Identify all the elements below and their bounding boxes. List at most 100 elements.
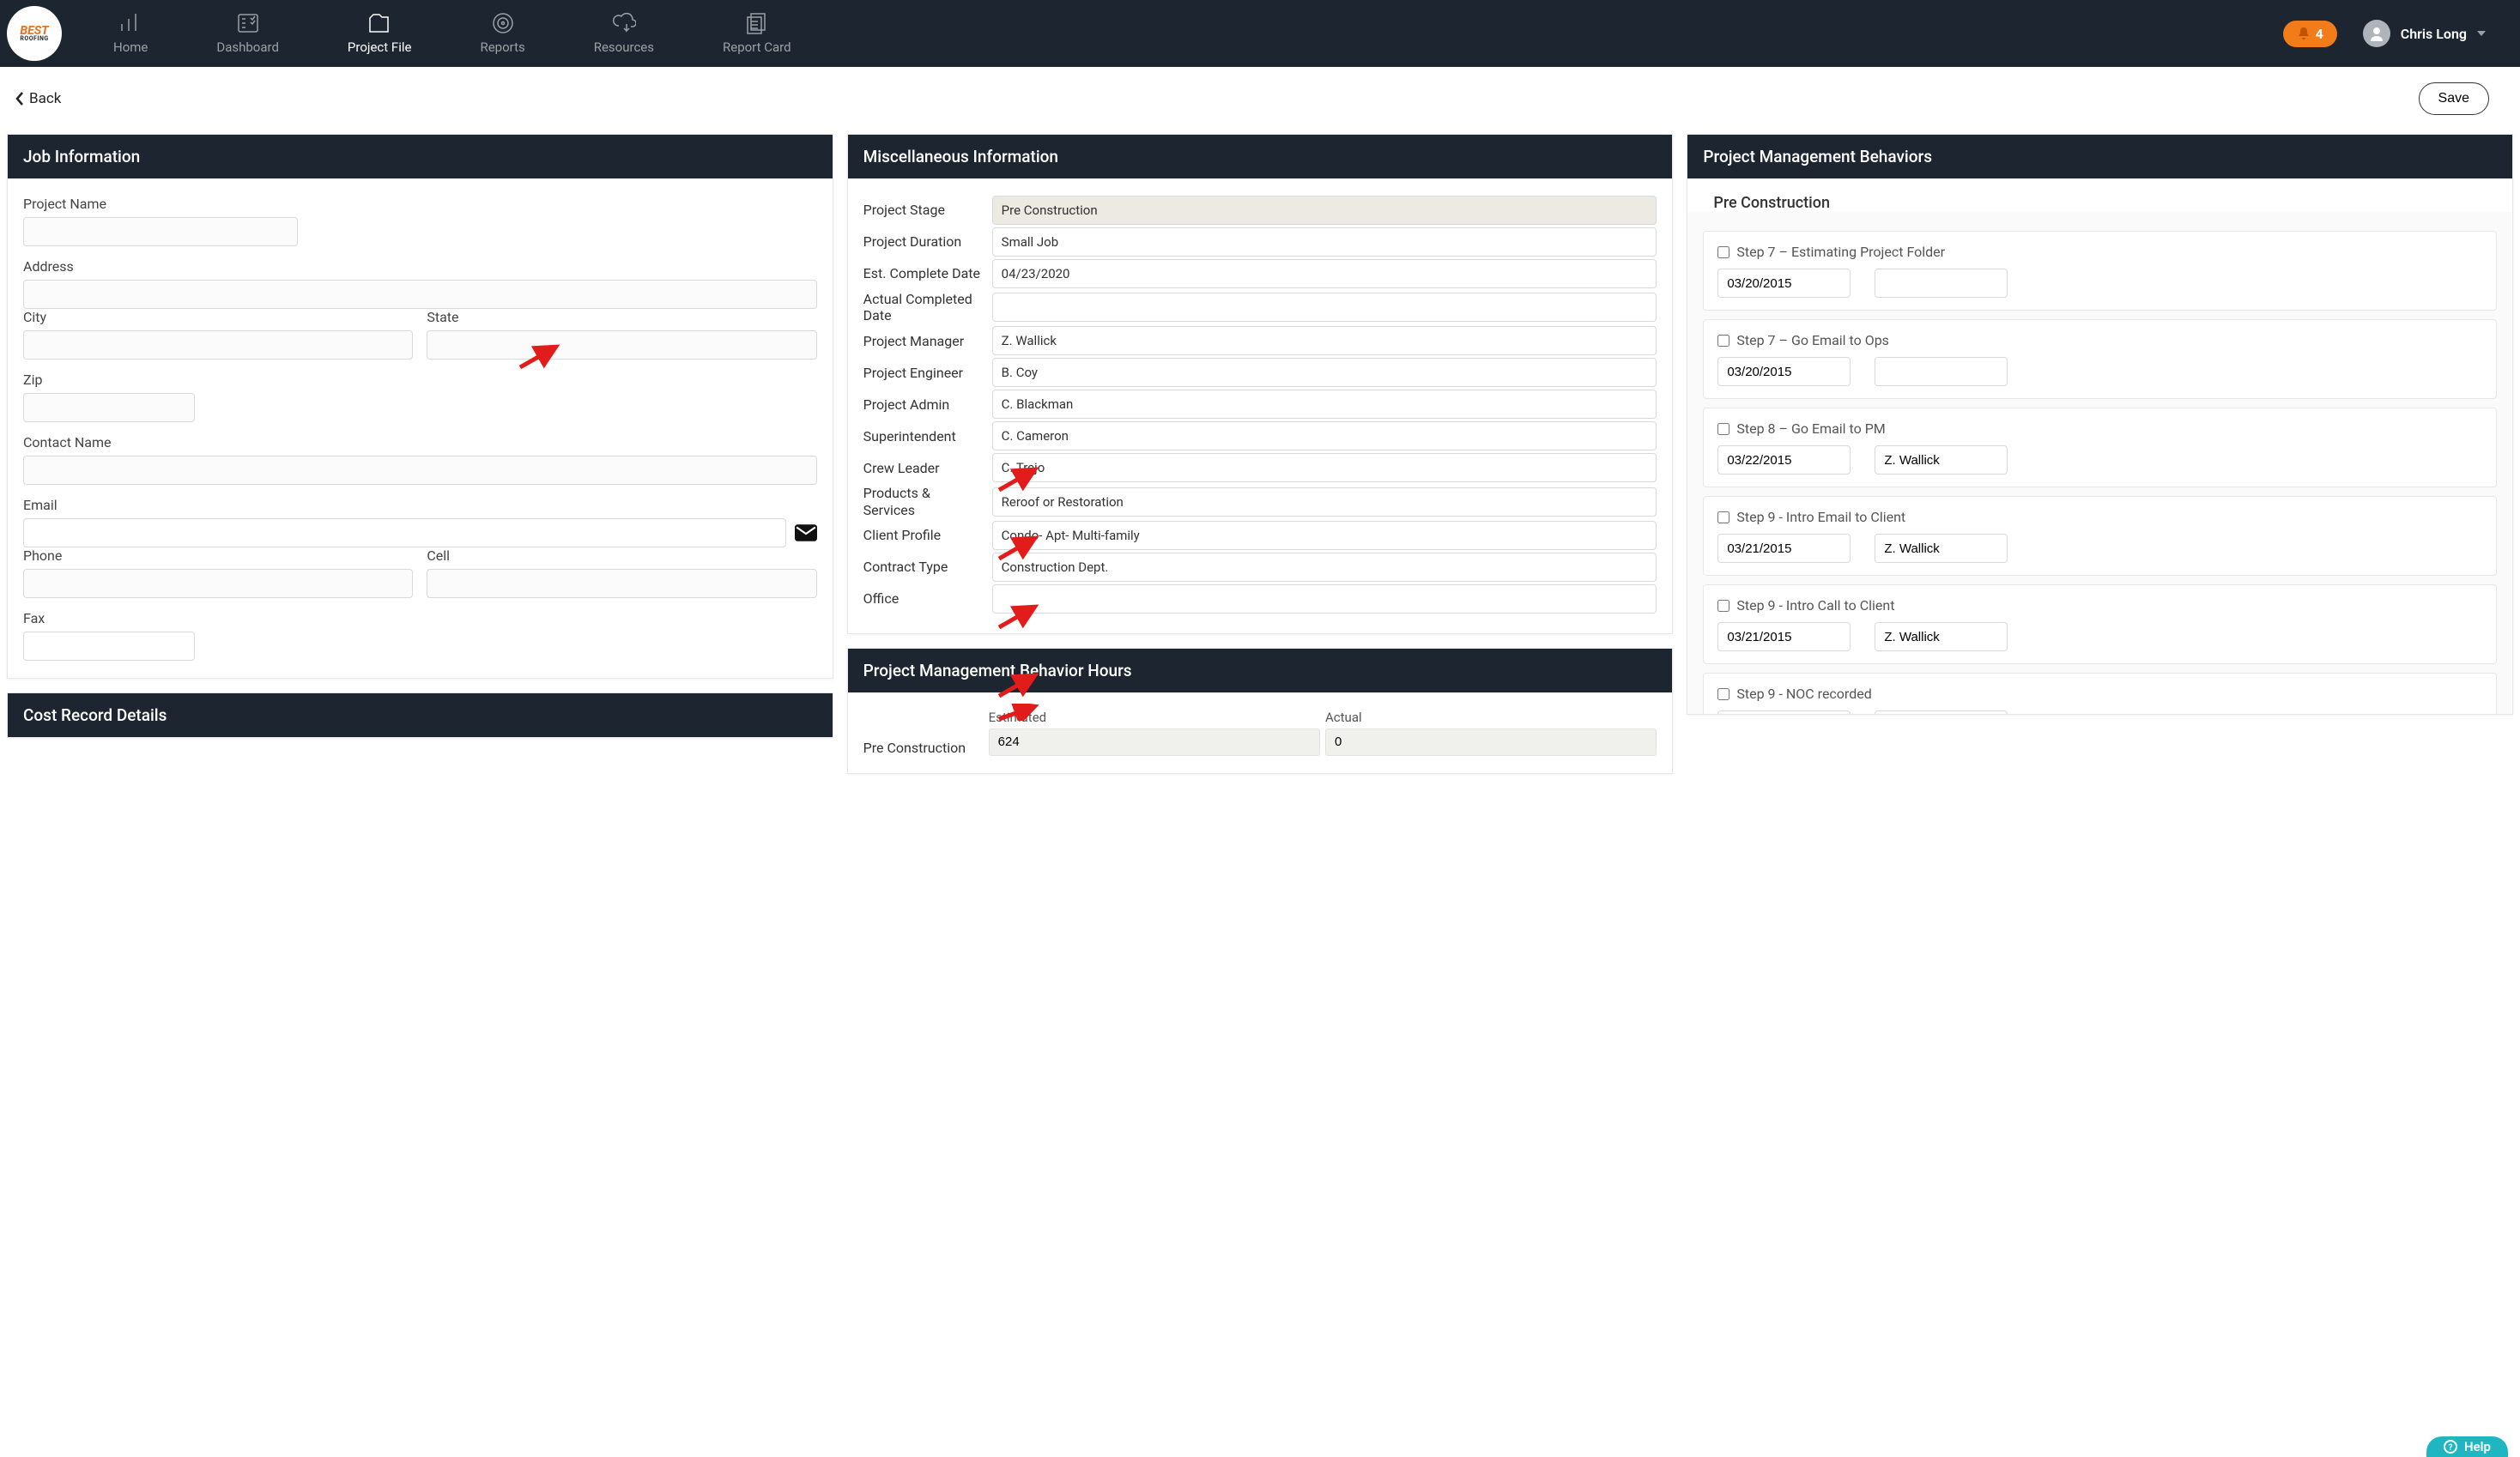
misc-label: Office bbox=[863, 590, 984, 607]
pmb-step-label: Step 9 - Intro Call to Client bbox=[1736, 597, 1894, 614]
pmb-step-assignee[interactable] bbox=[1875, 622, 2008, 651]
cell-input[interactable] bbox=[427, 569, 816, 598]
misc-row: Superintendent C. Cameron bbox=[863, 421, 1657, 450]
misc-value[interactable]: Small Job bbox=[992, 227, 1657, 257]
nav-project-file[interactable]: Project File bbox=[313, 0, 446, 67]
pmb-step-date[interactable] bbox=[1717, 357, 1851, 386]
state-label: State bbox=[427, 309, 816, 325]
chevron-down-icon bbox=[2477, 31, 2486, 36]
nav-project-file-label: Project File bbox=[348, 39, 412, 55]
pmb-step-checkbox[interactable] bbox=[1717, 511, 1729, 523]
misc-label: Project Manager bbox=[863, 333, 984, 349]
contact-name-input[interactable] bbox=[23, 456, 817, 485]
cost-record-header: Cost Record Details bbox=[8, 693, 833, 737]
nav: Home Dashboard Project File Reports Reso… bbox=[79, 0, 826, 67]
misc-value[interactable]: 04/23/2020 bbox=[992, 259, 1657, 288]
misc-value[interactable]: Z. Wallick bbox=[992, 326, 1657, 355]
misc-row: Actual Completed Date bbox=[863, 291, 1657, 323]
phone-input[interactable] bbox=[23, 569, 413, 598]
estimated-label: Estimated bbox=[989, 710, 1320, 725]
checklist-icon bbox=[236, 12, 260, 34]
person-icon bbox=[2369, 26, 2384, 41]
fax-input[interactable] bbox=[23, 632, 195, 661]
nav-home[interactable]: Home bbox=[79, 0, 182, 67]
nav-home-label: Home bbox=[113, 39, 148, 55]
estimated-input[interactable] bbox=[989, 728, 1320, 756]
misc-row: Contract Type Construction Dept. bbox=[863, 553, 1657, 582]
misc-row: Office bbox=[863, 584, 1657, 614]
misc-value[interactable]: Construction Dept. bbox=[992, 553, 1657, 582]
pmb-step-date[interactable] bbox=[1717, 445, 1851, 475]
notification-count: 4 bbox=[2316, 26, 2323, 42]
pmb-step-checkbox[interactable] bbox=[1717, 600, 1729, 612]
pmb-step-checkbox[interactable] bbox=[1717, 688, 1729, 700]
nav-report-card-label: Report Card bbox=[723, 39, 791, 55]
back-label: Back bbox=[29, 90, 61, 107]
misc-value[interactable]: B. Coy bbox=[992, 358, 1657, 387]
pmb-step-date[interactable] bbox=[1717, 710, 1851, 715]
misc-value[interactable]: Condo- Apt- Multi-family bbox=[992, 521, 1657, 550]
misc-label: Client Profile bbox=[863, 527, 984, 543]
misc-value[interactable] bbox=[992, 293, 1657, 322]
nav-resources[interactable]: Resources bbox=[560, 0, 688, 67]
pmb-step-assignee[interactable] bbox=[1875, 710, 2008, 715]
phone-label: Phone bbox=[23, 547, 413, 564]
misc-label: Products & Services bbox=[863, 485, 984, 517]
misc-row: Project StagePre Construction bbox=[863, 196, 1657, 225]
cell-label: Cell bbox=[427, 547, 816, 564]
pmb-step-date[interactable] bbox=[1717, 269, 1851, 298]
address-label: Address bbox=[23, 258, 817, 275]
notification-badge[interactable]: 4 bbox=[2283, 21, 2337, 47]
misc-row: Est. Complete Date04/23/2020 bbox=[863, 259, 1657, 288]
misc-label: Contract Type bbox=[863, 559, 984, 575]
misc-value[interactable]: C. Cameron bbox=[992, 421, 1657, 450]
nav-reports[interactable]: Reports bbox=[445, 0, 559, 67]
nav-report-card[interactable]: Report Card bbox=[688, 0, 826, 67]
project-name-input[interactable] bbox=[23, 217, 298, 246]
city-label: City bbox=[23, 309, 413, 325]
pmb-step-assignee[interactable] bbox=[1875, 534, 2008, 563]
address-input[interactable] bbox=[23, 280, 817, 309]
nav-dashboard[interactable]: Dashboard bbox=[182, 0, 313, 67]
misc-row: Products & Services Reroof or Restoration bbox=[863, 485, 1657, 517]
pmb-step-date[interactable] bbox=[1717, 622, 1851, 651]
help-widget[interactable]: ? Help bbox=[2426, 1436, 2508, 1457]
misc-label: Actual Completed Date bbox=[863, 291, 984, 323]
misc-label: Project Engineer bbox=[863, 365, 984, 381]
pmb-step-checkbox[interactable] bbox=[1717, 246, 1729, 258]
back-button[interactable]: Back bbox=[15, 90, 61, 107]
cost-record-panel: Cost Record Details bbox=[7, 692, 833, 738]
pmb-step-checkbox[interactable] bbox=[1717, 423, 1729, 435]
actual-input[interactable] bbox=[1325, 728, 1657, 756]
brand-logo: BEST ROOFING bbox=[7, 6, 62, 61]
pmb-hours-panel: Project Management Behavior Hours Pre Co… bbox=[847, 648, 1674, 774]
zip-label: Zip bbox=[23, 372, 817, 388]
email-icon[interactable] bbox=[795, 524, 817, 541]
misc-label: Project Admin bbox=[863, 396, 984, 413]
pmb-step-assignee[interactable] bbox=[1875, 357, 2008, 386]
pmb-step-date[interactable] bbox=[1717, 534, 1851, 563]
save-button[interactable]: Save bbox=[2419, 82, 2489, 115]
bar-chart-icon bbox=[118, 12, 142, 34]
state-input[interactable] bbox=[427, 330, 816, 360]
misc-label: Project Stage bbox=[863, 202, 984, 218]
pmb-step-card: Step 9 - Intro Call to Client bbox=[1703, 584, 2497, 664]
pmb-step-assignee[interactable] bbox=[1875, 269, 2008, 298]
chevron-left-icon bbox=[15, 92, 24, 106]
misc-value[interactable] bbox=[992, 584, 1657, 614]
email-input[interactable] bbox=[23, 518, 786, 547]
fax-label: Fax bbox=[23, 610, 817, 626]
pmb-step-checkbox[interactable] bbox=[1717, 335, 1729, 347]
pmb-step-card: Step 7 – Estimating Project Folder bbox=[1703, 231, 2497, 311]
pmb-step-label: Step 9 - Intro Email to Client bbox=[1736, 509, 1905, 525]
project-name-label: Project Name bbox=[23, 196, 817, 212]
misc-value[interactable]: C. Trejo bbox=[992, 453, 1657, 482]
zip-input[interactable] bbox=[23, 393, 195, 422]
job-info-header: Job Information bbox=[8, 135, 833, 178]
misc-label: Superintendent bbox=[863, 428, 984, 444]
misc-value[interactable]: C. Blackman bbox=[992, 390, 1657, 419]
user-menu[interactable]: Chris Long bbox=[2363, 20, 2486, 47]
city-input[interactable] bbox=[23, 330, 413, 360]
pmb-step-assignee[interactable] bbox=[1875, 445, 2008, 475]
misc-value[interactable]: Reroof or Restoration bbox=[992, 487, 1657, 517]
